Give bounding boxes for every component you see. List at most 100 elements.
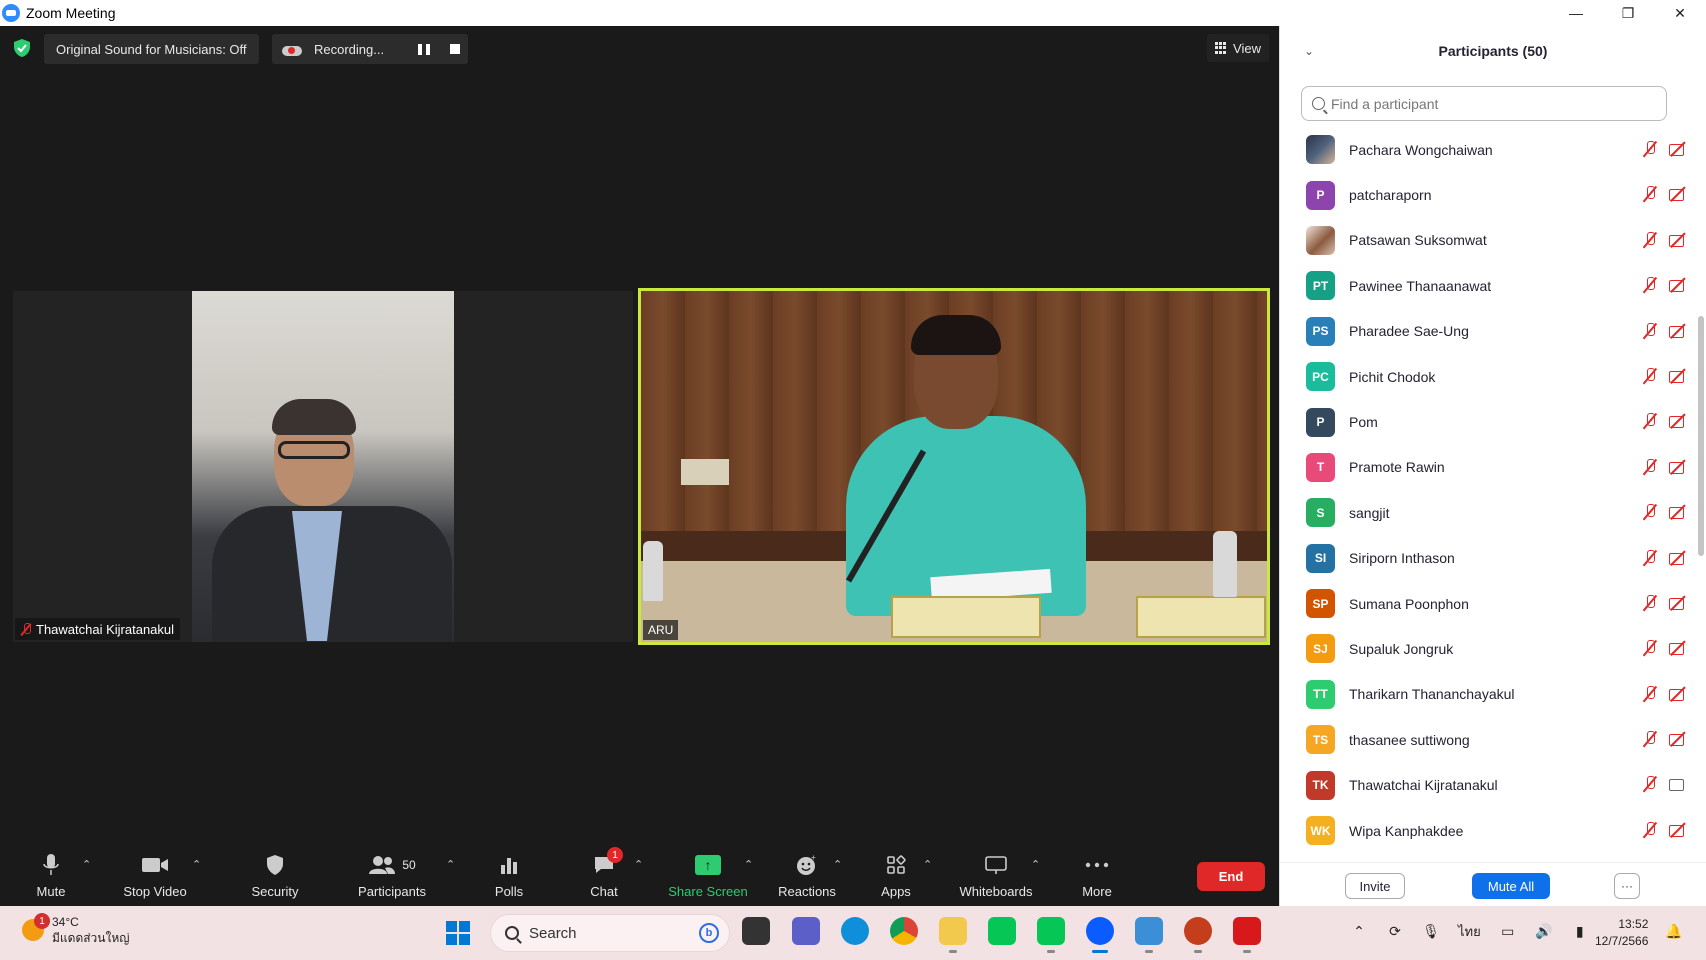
- close-button[interactable]: ✕: [1654, 0, 1706, 26]
- input-language[interactable]: ไทย: [1458, 921, 1481, 942]
- file-explorer-icon[interactable]: [939, 917, 967, 953]
- video-off-icon: [1669, 686, 1687, 702]
- invite-button[interactable]: Invite: [1345, 873, 1405, 899]
- participant-status-icons: [1641, 322, 1687, 339]
- weather-widget[interactable]: 1 34°C มีแดดส่วนใหญ่: [22, 913, 130, 946]
- video-tile-active-speaker[interactable]: ARU: [638, 288, 1270, 645]
- network-icon[interactable]: ▭: [1499, 923, 1517, 941]
- participant-avatar: PC: [1306, 362, 1335, 392]
- taskbar-search-label: Search: [529, 924, 577, 942]
- edge-browser-icon[interactable]: [841, 917, 869, 945]
- reactions-smiley-icon: +: [796, 852, 818, 878]
- clock-date: 12/7/2566: [1595, 934, 1649, 948]
- task-view-icon[interactable]: [742, 917, 770, 945]
- chrome-browser-icon[interactable]: [890, 917, 918, 945]
- share-caret-icon[interactable]: ⌃: [744, 858, 754, 871]
- panel-more-button[interactable]: ···: [1614, 873, 1640, 899]
- participant-list: Pachara Wongchaiwan Ppatcharaporn Patsawan…: [1280, 127, 1695, 869]
- line-app-icon[interactable]: [1037, 917, 1065, 953]
- participant-row[interactable]: Patsawan Suksomwat: [1280, 218, 1695, 263]
- muted-mic-icon: [1641, 685, 1659, 702]
- powerpoint-icon[interactable]: [1184, 917, 1212, 953]
- pause-recording-icon[interactable]: [418, 44, 430, 55]
- end-meeting-button[interactable]: End: [1197, 862, 1265, 891]
- notifications-bell-icon[interactable]: 🔔: [1665, 923, 1683, 941]
- mute-all-button[interactable]: Mute All: [1472, 873, 1550, 899]
- participant-name: Pachara Wongchaiwan: [1349, 141, 1493, 158]
- sync-icon[interactable]: ⟳: [1386, 923, 1404, 941]
- participant-row[interactable]: PT Pawinee Thanaanawat: [1280, 263, 1695, 308]
- video-off-icon: [1669, 186, 1687, 202]
- volume-icon[interactable]: 🔊: [1535, 923, 1553, 941]
- photos-app-icon[interactable]: [1135, 917, 1163, 953]
- participant-row[interactable]: T Pramote Rawin: [1280, 445, 1695, 490]
- whiteboards-button[interactable]: Whiteboards: [956, 838, 1036, 906]
- participant-row[interactable]: SJ Supaluk Jongruk: [1280, 626, 1695, 671]
- reactions-button[interactable]: + Reactions: [776, 838, 838, 906]
- participant-status-icons: [1641, 776, 1687, 792]
- security-button[interactable]: Security: [248, 838, 302, 906]
- share-screen-button[interactable]: ↑ Share Screen: [667, 838, 749, 906]
- reactions-label: Reactions: [778, 884, 836, 899]
- participant-row[interactable]: P Pom: [1280, 399, 1695, 444]
- chat-button[interactable]: 1 Chat: [587, 838, 623, 906]
- title-bar: Zoom Meeting — ❐ ✕: [0, 0, 1706, 26]
- participant-row[interactable]: TT Tharikarn Thananchayakul: [1280, 672, 1695, 717]
- participant-row[interactable]: Ppatcharaporn: [1280, 172, 1695, 217]
- participants-caret-icon[interactable]: ⌃: [446, 858, 456, 871]
- video-on-icon: [1669, 776, 1687, 792]
- participant-avatar: T: [1306, 452, 1335, 482]
- more-button[interactable]: More: [1078, 838, 1116, 906]
- bing-icon[interactable]: b: [699, 923, 719, 943]
- polls-button[interactable]: Polls: [492, 838, 526, 906]
- video-options-caret-icon[interactable]: ⌃: [192, 858, 202, 871]
- taskbar-clock[interactable]: 13:52 12/7/2566: [1595, 916, 1648, 950]
- tray-microphone-icon[interactable]: 🎙: [1422, 923, 1440, 941]
- participant-row[interactable]: TS thasanee suttiwong: [1280, 717, 1695, 762]
- participant-list-scrollbar[interactable]: [1698, 316, 1704, 556]
- video-off-icon: [1669, 459, 1687, 475]
- recording-indicator: Recording...: [272, 34, 468, 64]
- audio-options-caret-icon[interactable]: ⌃: [82, 858, 92, 871]
- apps-icon: [886, 852, 906, 878]
- collapse-panel-chevron-icon[interactable]: ⌄: [1304, 44, 1314, 58]
- participant-row[interactable]: TK Thawatchai Kijratanakul: [1280, 762, 1695, 807]
- participant-row[interactable]: PS Pharadee Sae-Ung: [1280, 309, 1695, 354]
- taskbar-search-box[interactable]: Search b: [490, 914, 730, 952]
- windows-start-icon[interactable]: [446, 921, 470, 945]
- video-tile-participant[interactable]: Thawatchai Kijratanakul: [13, 291, 633, 642]
- muted-mic-icon: [1641, 322, 1659, 339]
- stop-video-button[interactable]: Stop Video: [118, 838, 192, 906]
- whiteboards-caret-icon[interactable]: ⌃: [1031, 858, 1041, 871]
- zoom-app-icon[interactable]: [1086, 917, 1114, 953]
- reactions-caret-icon[interactable]: ⌃: [833, 858, 843, 871]
- teams-chat-icon[interactable]: [792, 917, 820, 945]
- security-shield-icon: [265, 852, 285, 878]
- participant-name: Pom: [1349, 414, 1378, 431]
- chat-caret-icon[interactable]: ⌃: [634, 858, 644, 871]
- participant-row[interactable]: SI Siriporn Inthason: [1280, 536, 1695, 581]
- line-app-icon[interactable]: [988, 917, 1016, 945]
- view-button[interactable]: View: [1207, 34, 1269, 62]
- participant-status-icons: [1641, 731, 1687, 747]
- participant-row[interactable]: Ssangjit: [1280, 490, 1695, 535]
- encryption-shield-icon[interactable]: [12, 38, 32, 58]
- mute-button[interactable]: Mute: [28, 838, 74, 906]
- original-sound-button[interactable]: Original Sound for Musicians: Off: [44, 34, 259, 64]
- participant-row[interactable]: SP Sumana Poonphon: [1280, 581, 1695, 626]
- participant-row[interactable]: PC Pichit Chodok: [1280, 354, 1695, 399]
- acrobat-reader-icon[interactable]: [1233, 917, 1261, 953]
- participants-button[interactable]: 50 Participants: [354, 838, 430, 906]
- apps-caret-icon[interactable]: ⌃: [923, 858, 933, 871]
- participant-row[interactable]: Pachara Wongchaiwan: [1280, 127, 1695, 172]
- weather-alert-badge: 1: [34, 913, 50, 929]
- participant-search-input[interactable]: Find a participant: [1301, 86, 1667, 121]
- show-hidden-icons-chevron-icon[interactable]: ⌃: [1350, 923, 1368, 941]
- minimize-button[interactable]: —: [1550, 0, 1602, 26]
- stop-recording-icon[interactable]: [450, 44, 460, 54]
- weather-sun-icon: 1: [22, 913, 50, 941]
- apps-button[interactable]: Apps: [880, 838, 912, 906]
- restore-button[interactable]: ❐: [1602, 0, 1654, 26]
- battery-icon[interactable]: ▮: [1571, 923, 1589, 941]
- participant-row[interactable]: WK Wipa Kanphakdee: [1280, 808, 1695, 853]
